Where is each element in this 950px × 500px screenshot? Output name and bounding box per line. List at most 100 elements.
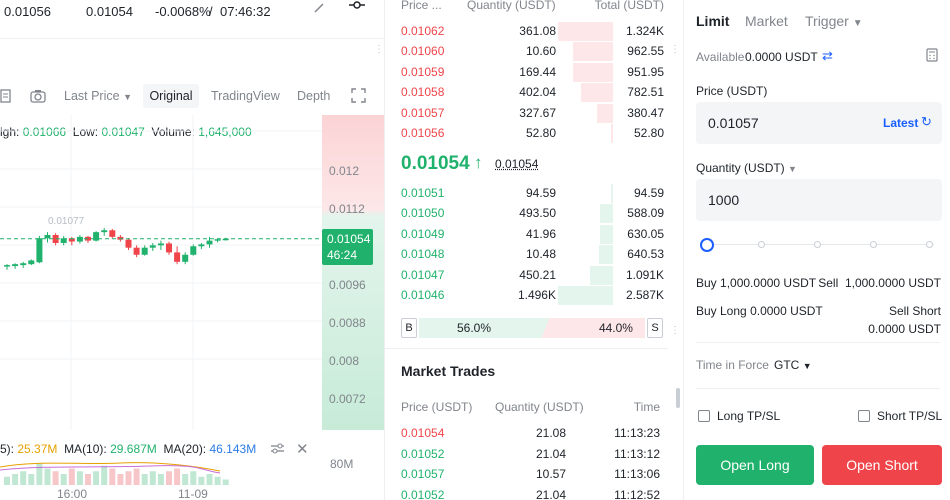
short-tpsl-checkbox[interactable] xyxy=(858,410,870,422)
drag-handle-icon[interactable]: ⋮ xyxy=(670,44,680,55)
bid-row[interactable]: 0.01051 94.59 94.59 xyxy=(385,184,668,203)
ask-depth-bar xyxy=(610,124,613,143)
bid-row[interactable]: 0.01047 450.21 1.091K xyxy=(385,265,668,285)
ask-depth-bar xyxy=(580,83,613,103)
time-in-force-select[interactable]: GTC ▼ xyxy=(774,358,812,372)
bid-row[interactable]: 0.01046 1.496K 2.587K xyxy=(385,286,668,305)
slider-step-75[interactable] xyxy=(870,241,877,248)
quantity-field[interactable]: 1000 xyxy=(696,179,942,221)
tab-limit[interactable]: Limit xyxy=(696,13,729,29)
sell-summary-label: Sell xyxy=(818,276,839,290)
long-tpsl-checkbox[interactable] xyxy=(698,410,710,422)
calculator-icon[interactable] xyxy=(926,48,938,65)
buy-long-label: Buy Long xyxy=(696,304,747,318)
bid-row[interactable]: 0.01048 10.48 640.53 xyxy=(385,245,668,265)
trades-scrollbar[interactable] xyxy=(676,388,680,408)
trade-quantity: 21.04 xyxy=(535,446,566,461)
peak-price-label: 0.01077 xyxy=(48,216,85,227)
camera-icon[interactable] xyxy=(30,89,46,106)
drag-handle-icon[interactable]: ⋮ xyxy=(374,44,384,55)
candle-body xyxy=(133,247,140,255)
candle-body xyxy=(182,254,189,262)
price-field[interactable]: 0.01057 Latest ↻ xyxy=(696,102,942,144)
ask-price: 0.01062 xyxy=(401,24,445,38)
fullscreen-icon[interactable] xyxy=(351,88,366,106)
header-price-2: 0.01054 xyxy=(86,4,133,19)
ask-quantity: 52.80 xyxy=(525,126,556,140)
candle-body xyxy=(12,264,19,267)
transfer-icon[interactable]: ⇄ xyxy=(822,48,833,64)
buy-sell-ratio: B 56.0% 44.0% S xyxy=(401,318,663,338)
mark-price[interactable]: 0.01054 xyxy=(495,157,538,171)
trade-row: 0.01052 21.04 11:13:12 xyxy=(385,445,668,465)
indicator-settings-icon[interactable] xyxy=(270,442,285,458)
settings-sliders-icon[interactable] xyxy=(348,0,366,14)
available-value: 0.0000 USDT xyxy=(745,50,818,64)
sell-summary: Sell 1,000.0000 USDT xyxy=(818,276,941,290)
price-type-select[interactable]: Last Price ▼ xyxy=(64,89,132,103)
ask-row[interactable]: 0.01059 169.44 951.95 xyxy=(385,62,668,82)
bid-price: 0.01051 xyxy=(401,186,445,200)
ma20-label: MA(20): xyxy=(163,442,207,456)
buy-ratio-value: 56.0% xyxy=(457,321,492,335)
quantity-field-label[interactable]: Quantity (USDT) ▼ xyxy=(696,161,797,175)
slider-step-50[interactable] xyxy=(814,241,821,248)
refresh-icon[interactable]: ↻ xyxy=(921,114,932,130)
slider-step-25[interactable] xyxy=(758,241,765,248)
trade-time: 11:12:52 xyxy=(614,487,660,500)
ma5-value: 25.37M xyxy=(17,442,58,456)
trade-time: 11:13:12 xyxy=(614,446,660,461)
caret-down-icon: ▼ xyxy=(852,18,863,29)
time-in-force-value: GTC xyxy=(774,358,800,372)
bid-row[interactable]: 0.01049 41.96 630.05 xyxy=(385,224,668,244)
x-tick-1: 16:00 xyxy=(57,487,88,500)
ask-price: 0.01058 xyxy=(401,85,445,100)
ask-total: 782.51 xyxy=(627,85,664,100)
trade-time: 11:13:23 xyxy=(614,426,660,440)
quantity-input-value[interactable]: 1000 xyxy=(708,192,739,208)
bid-row[interactable]: 0.01050 493.50 588.09 xyxy=(385,204,668,224)
trade-price: 0.01052 xyxy=(401,487,445,500)
divider xyxy=(385,348,668,349)
volume-bar xyxy=(222,479,229,485)
ask-row[interactable]: 0.01056 52.80 52.80 xyxy=(385,124,668,143)
volume-bar xyxy=(101,465,108,485)
quantity-slider-thumb[interactable] xyxy=(700,238,714,252)
tab-original[interactable]: Original xyxy=(143,84,199,108)
volume-bar xyxy=(149,471,156,485)
ask-row[interactable]: 0.01058 402.04 782.51 xyxy=(385,83,668,103)
candle-body xyxy=(174,252,181,262)
close-indicator-icon[interactable]: ✕ xyxy=(296,440,309,458)
ask-row[interactable]: 0.01057 327.67 380.47 xyxy=(385,103,668,123)
candle-body xyxy=(198,244,205,247)
volume-bar xyxy=(174,468,181,485)
tab-tradingview[interactable]: TradingView xyxy=(211,89,280,103)
latest-price-button[interactable]: Latest xyxy=(883,116,918,130)
drag-handle-icon[interactable]: ⋮ xyxy=(670,325,680,336)
slider-step-100[interactable] xyxy=(926,241,933,248)
candle-body xyxy=(166,243,172,253)
ask-row[interactable]: 0.01062 361.08 1.324K xyxy=(385,22,668,41)
document-icon[interactable] xyxy=(0,89,12,106)
trade-row: 0.01052 21.04 11:12:52 xyxy=(385,486,668,500)
open-long-button[interactable]: Open Long xyxy=(696,445,814,485)
bid-depth-bar xyxy=(599,224,613,244)
ob-header-price: Price ... xyxy=(401,0,442,12)
volume-bar xyxy=(4,476,10,485)
ma-legend: 5): 25.37M MA(10): 29.687M MA(20): 46.14… xyxy=(0,442,256,456)
tab-market[interactable]: Market xyxy=(745,13,788,29)
price-input-value[interactable]: 0.01057 xyxy=(708,115,759,131)
candle-body xyxy=(141,247,148,255)
ask-row[interactable]: 0.01060 10.60 962.55 xyxy=(385,42,668,62)
available-label: Available xyxy=(696,50,745,64)
volume-bar xyxy=(52,471,59,485)
trade-quantity: 21.04 xyxy=(535,487,566,500)
bid-quantity: 1.496K xyxy=(517,288,556,302)
pencil-icon[interactable] xyxy=(313,0,327,16)
tab-depth[interactable]: Depth xyxy=(297,89,330,103)
volume-bar xyxy=(28,474,35,485)
tab-trigger[interactable]: Trigger ▼ xyxy=(805,13,863,29)
bid-total: 630.05 xyxy=(627,226,664,241)
order-book: Price ... Quantity (USDT) Total (USDT) 0… xyxy=(385,0,668,500)
open-short-button[interactable]: Open Short xyxy=(822,445,942,485)
